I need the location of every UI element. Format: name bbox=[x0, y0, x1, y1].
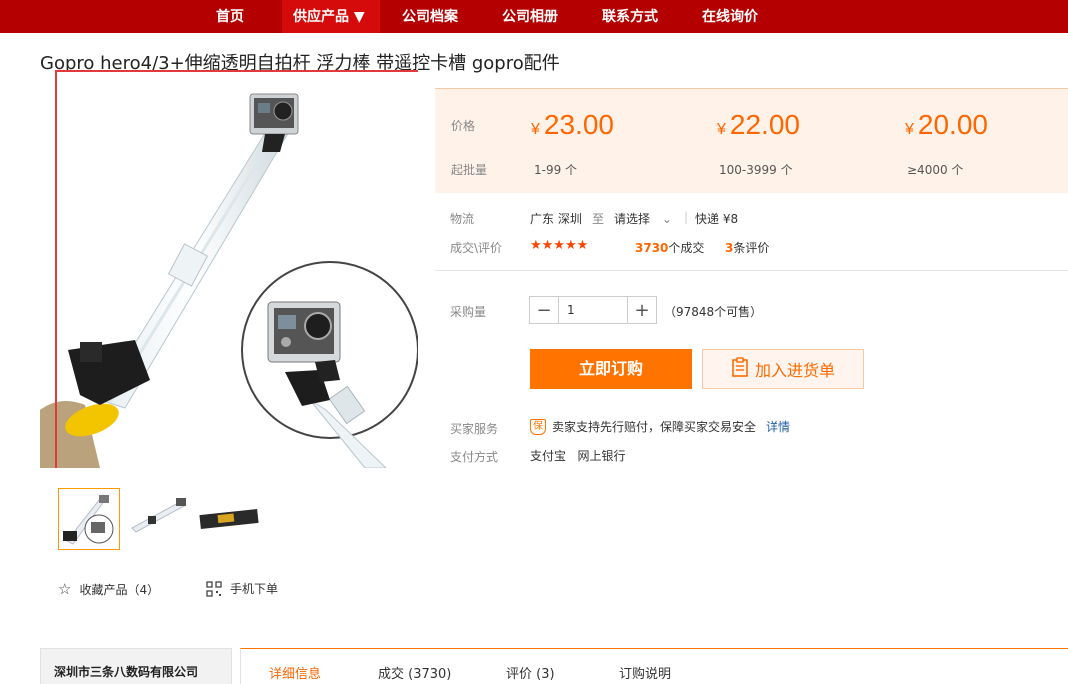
detail-tabs: 详细信息 成交 (3730) 评价 (3) 订购说明 bbox=[240, 648, 1068, 684]
nav-products[interactable]: 供应产品 ▼ bbox=[282, 0, 380, 33]
thumbnail-image bbox=[128, 488, 190, 550]
price-panel: 价格 起批量 ¥23.00 1-99 个 ¥22.00 100-3999 个 ¥… bbox=[435, 88, 1068, 193]
add-to-cart-button[interactable]: 加入进货单 bbox=[702, 349, 864, 389]
mobile-order[interactable]: 手机下单 bbox=[206, 580, 278, 597]
price-tier-2: ¥22.00 bbox=[717, 109, 800, 141]
favorite-product[interactable]: ☆ 收藏产品（4） bbox=[58, 580, 159, 598]
logistics-label: 物流 bbox=[450, 212, 475, 226]
qr-code-icon bbox=[206, 580, 222, 597]
deals-label: 成交\评价 bbox=[450, 241, 503, 255]
clipboard-icon bbox=[731, 357, 749, 381]
mobile-order-label: 手机下单 bbox=[230, 582, 279, 596]
service-details-link[interactable]: 详情 bbox=[766, 418, 790, 435]
favorite-label: 收藏产品（4） bbox=[79, 582, 160, 597]
shop-name[interactable]: 深圳市三条八数码有限公司 bbox=[40, 648, 232, 684]
nav-contact[interactable]: 联系方式 bbox=[602, 0, 658, 33]
increase-button[interactable]: + bbox=[628, 297, 656, 323]
thumbnail-image bbox=[198, 488, 260, 550]
currency-symbol: ¥ bbox=[531, 121, 540, 138]
main-product-image[interactable] bbox=[40, 70, 418, 468]
payment-methods: 支付宝 网上银行 bbox=[530, 449, 626, 463]
tab-deals[interactable]: 成交 (3730) bbox=[378, 663, 451, 682]
express-fee: 快递 ¥8 bbox=[695, 212, 739, 226]
chevron-down-icon: ⌄ bbox=[661, 212, 672, 226]
range-tier-2: 100-3999 个 bbox=[719, 163, 793, 177]
service-info: 保 卖家支持先行赔付，保障买家交易安全 详情 bbox=[530, 418, 790, 435]
price-tier-1: ¥23.00 bbox=[531, 109, 614, 141]
price-value: 23.00 bbox=[543, 109, 614, 140]
image-selection-frame bbox=[55, 70, 418, 468]
destination-select[interactable]: 请选择 ⌄ bbox=[614, 210, 672, 227]
quantity-label: 采购量 bbox=[450, 305, 487, 319]
nav-home[interactable]: 首页 bbox=[216, 0, 244, 33]
thumbnail-image bbox=[59, 489, 119, 549]
deal-count-value: 3730 bbox=[635, 241, 669, 255]
price-value: 20.00 bbox=[917, 109, 988, 140]
price-value: 22.00 bbox=[729, 109, 800, 140]
star-outline-icon: ☆ bbox=[58, 580, 72, 598]
range-tier-1: 1-99 个 bbox=[534, 163, 578, 177]
top-nav: 首页 供应产品 ▼ 公司档案 公司相册 联系方式 在线询价 bbox=[0, 0, 1068, 33]
moq-label: 起批量 bbox=[451, 163, 488, 177]
nav-company-album[interactable]: 公司相册 bbox=[502, 0, 558, 33]
nav-company-profile[interactable]: 公司档案 bbox=[402, 0, 458, 33]
quantity-input[interactable]: 1 bbox=[558, 297, 628, 323]
tab-reviews[interactable]: 评价 (3) bbox=[506, 663, 555, 682]
service-label: 买家服务 bbox=[450, 422, 499, 436]
rating-stars: ★★★★★ bbox=[530, 238, 589, 253]
range-tier-3: ≥4000 个 bbox=[907, 163, 964, 177]
price-label: 价格 bbox=[451, 119, 476, 133]
shield-icon: 保 bbox=[530, 418, 546, 435]
to-word: 至 bbox=[592, 212, 605, 226]
currency-symbol: ¥ bbox=[905, 121, 914, 138]
currency-symbol: ¥ bbox=[717, 121, 726, 138]
review-count[interactable]: 3条评价 bbox=[725, 239, 769, 256]
buy-now-button[interactable]: 立即订购 bbox=[530, 349, 692, 389]
price-tier-3: ¥20.00 bbox=[905, 109, 988, 141]
thumbnail-1[interactable] bbox=[58, 488, 120, 550]
thumbnail-2[interactable] bbox=[128, 488, 190, 550]
divider bbox=[435, 270, 1068, 271]
payment-label: 支付方式 bbox=[450, 450, 499, 464]
separator: | bbox=[684, 210, 689, 224]
add-to-cart-label: 加入进货单 bbox=[754, 361, 835, 380]
decrease-button[interactable]: − bbox=[530, 297, 558, 323]
deal-count-suffix: 个成交 bbox=[668, 241, 705, 255]
service-text: 卖家支持先行赔付，保障买家交易安全 bbox=[552, 420, 757, 434]
review-count-suffix: 条评价 bbox=[733, 241, 770, 255]
ship-from: 广东 深圳 bbox=[530, 212, 582, 226]
nav-inquiry[interactable]: 在线询价 bbox=[702, 0, 758, 33]
thumbnail-3[interactable] bbox=[198, 488, 260, 550]
tab-order-notes[interactable]: 订购说明 bbox=[619, 663, 671, 682]
tab-details[interactable]: 详细信息 bbox=[269, 663, 321, 682]
deal-count[interactable]: 3730个成交 bbox=[635, 239, 704, 256]
quantity-stepper: − 1 + bbox=[529, 296, 657, 324]
stock-available: （97848个可售） bbox=[664, 305, 763, 319]
destination-value: 请选择 bbox=[614, 212, 651, 226]
